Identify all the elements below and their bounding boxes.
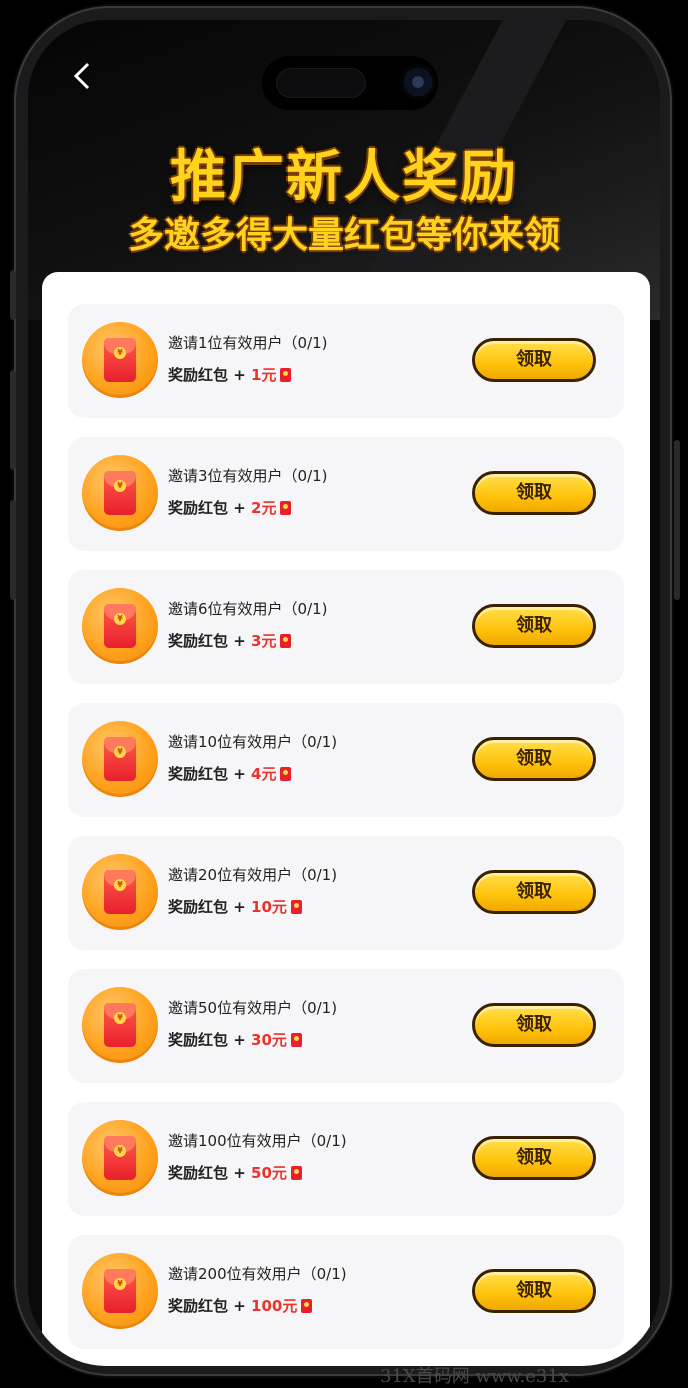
reward-amount: 10元 (251, 898, 287, 916)
task-label: 邀请100位有效用户（0/1) (168, 1132, 347, 1150)
claim-button[interactable]: 领取 (472, 1269, 596, 1313)
phone-side-button (674, 440, 680, 600)
claim-button[interactable]: 领取 (472, 604, 596, 648)
envelope-seal: ¥ (114, 1012, 126, 1024)
task-label: 邀请1位有效用户（0/1) (168, 334, 328, 352)
reward-prefix: 奖励红包 + (168, 1297, 252, 1315)
reward-label: 奖励红包 + 2元 (168, 497, 292, 518)
task-label: 邀请10位有效用户（0/1) (168, 733, 338, 751)
phone-side-button (10, 500, 16, 600)
reward-amount: 1元 (251, 366, 277, 384)
red-envelope-icon (290, 900, 302, 914)
chevron-left-icon[interactable] (62, 56, 102, 96)
envelope-seal: ¥ (114, 1145, 126, 1157)
reward-card: ¥ 邀请100位有效用户（0/1) 奖励红包 + 50元 领取 (68, 1102, 624, 1216)
red-envelope-icon (280, 767, 292, 781)
claim-button[interactable]: 领取 (472, 737, 596, 781)
task-label: 邀请20位有效用户（0/1) (168, 866, 338, 884)
envelope-body: ¥ (104, 737, 136, 781)
phone-side-button (10, 370, 16, 470)
island-pill (276, 68, 366, 98)
reward-amount: 100元 (251, 1297, 298, 1315)
red-envelope-icon: ¥ (82, 455, 158, 531)
back-arrow-svg (73, 62, 90, 90)
reward-card: ¥ 邀请20位有效用户（0/1) 奖励红包 + 10元 领取 (68, 836, 624, 950)
claim-button[interactable]: 领取 (472, 338, 596, 382)
reward-label: 奖励红包 + 4元 (168, 763, 292, 784)
reward-amount: 4元 (251, 765, 277, 783)
reward-amount: 3元 (251, 632, 277, 650)
envelope-seal: ¥ (114, 746, 126, 758)
red-envelope-icon (280, 501, 292, 515)
reward-card: ¥ 邀请50位有效用户（0/1) 奖励红包 + 30元 领取 (68, 969, 624, 1083)
red-envelope-icon: ¥ (82, 1253, 158, 1329)
envelope-body: ¥ (104, 604, 136, 648)
task-label: 邀请200位有效用户（0/1) (168, 1265, 347, 1283)
reward-prefix: 奖励红包 + (168, 765, 252, 783)
page-title: 推广新人奖励 (170, 145, 518, 210)
reward-card: ¥ 邀请3位有效用户（0/1) 奖励红包 + 2元 领取 (68, 437, 624, 551)
reward-label: 奖励红包 + 1元 (168, 364, 292, 385)
red-envelope-icon: ¥ (82, 987, 158, 1063)
reward-card: ¥ 邀请1位有效用户（0/1) 奖励红包 + 1元 领取 (68, 304, 624, 418)
page-subtitle: 多邀多得大量红包等你来领 (127, 215, 560, 256)
reward-card: ¥ 邀请200位有效用户（0/1) 奖励红包 + 100元 领取 (68, 1235, 624, 1349)
envelope-seal: ¥ (114, 347, 126, 359)
envelope-seal: ¥ (114, 879, 126, 891)
red-envelope-icon: ¥ (82, 588, 158, 664)
red-envelope-icon: ¥ (82, 721, 158, 797)
envelope-body: ¥ (104, 1003, 136, 1047)
task-label: 邀请3位有效用户（0/1) (168, 467, 328, 485)
reward-label: 奖励红包 + 3元 (168, 630, 292, 651)
envelope-body: ¥ (104, 1269, 136, 1313)
red-envelope-icon (280, 634, 292, 648)
envelope-seal: ¥ (114, 1278, 126, 1290)
claim-button[interactable]: 领取 (472, 1136, 596, 1180)
envelope-seal: ¥ (114, 480, 126, 492)
claim-button[interactable]: 领取 (472, 471, 596, 515)
reward-card: ¥ 邀请6位有效用户（0/1) 奖励红包 + 3元 领取 (68, 570, 624, 684)
claim-button[interactable]: 领取 (472, 1003, 596, 1047)
reward-label: 奖励红包 + 50元 (168, 1162, 302, 1183)
envelope-body: ¥ (104, 870, 136, 914)
reward-card: ¥ 邀请10位有效用户（0/1) 奖励红包 + 4元 领取 (68, 703, 624, 817)
reward-label: 奖励红包 + 100元 (168, 1295, 313, 1316)
reward-label: 奖励红包 + 30元 (168, 1029, 302, 1050)
red-envelope-icon: ¥ (82, 322, 158, 398)
task-label: 邀请50位有效用户（0/1) (168, 999, 338, 1017)
red-envelope-icon (280, 368, 292, 382)
reward-prefix: 奖励红包 + (168, 898, 252, 916)
envelope-body: ¥ (104, 338, 136, 382)
task-label: 邀请6位有效用户（0/1) (168, 600, 328, 618)
screen: 推广新人奖励 多邀多得大量红包等你来领 ¥ 邀请1位有效用户（0/1) 奖励红包… (28, 20, 660, 1366)
reward-prefix: 奖励红包 + (168, 632, 252, 650)
reward-prefix: 奖励红包 + (168, 366, 252, 384)
reward-prefix: 奖励红包 + (168, 1031, 252, 1049)
reward-amount: 30元 (251, 1031, 287, 1049)
reward-prefix: 奖励红包 + (168, 1164, 252, 1182)
envelope-body: ¥ (104, 1136, 136, 1180)
reward-amount: 2元 (251, 499, 277, 517)
envelope-seal: ¥ (114, 613, 126, 625)
red-envelope-icon (290, 1033, 302, 1047)
red-envelope-icon: ¥ (82, 1120, 158, 1196)
phone-side-button (10, 270, 16, 320)
red-envelope-icon (290, 1166, 302, 1180)
claim-button[interactable]: 领取 (472, 870, 596, 914)
camera-icon (400, 64, 436, 100)
reward-prefix: 奖励红包 + (168, 499, 252, 517)
reward-label: 奖励红包 + 10元 (168, 896, 302, 917)
reward-amount: 50元 (251, 1164, 287, 1182)
watermark: 31X首码网 www.e31x (380, 1366, 569, 1387)
red-envelope-icon: ¥ (82, 854, 158, 930)
rewards-panel: ¥ 邀请1位有效用户（0/1) 奖励红包 + 1元 领取 ¥ 邀请3位有效用户（… (42, 272, 650, 1366)
red-envelope-icon (301, 1299, 313, 1313)
envelope-body: ¥ (104, 471, 136, 515)
